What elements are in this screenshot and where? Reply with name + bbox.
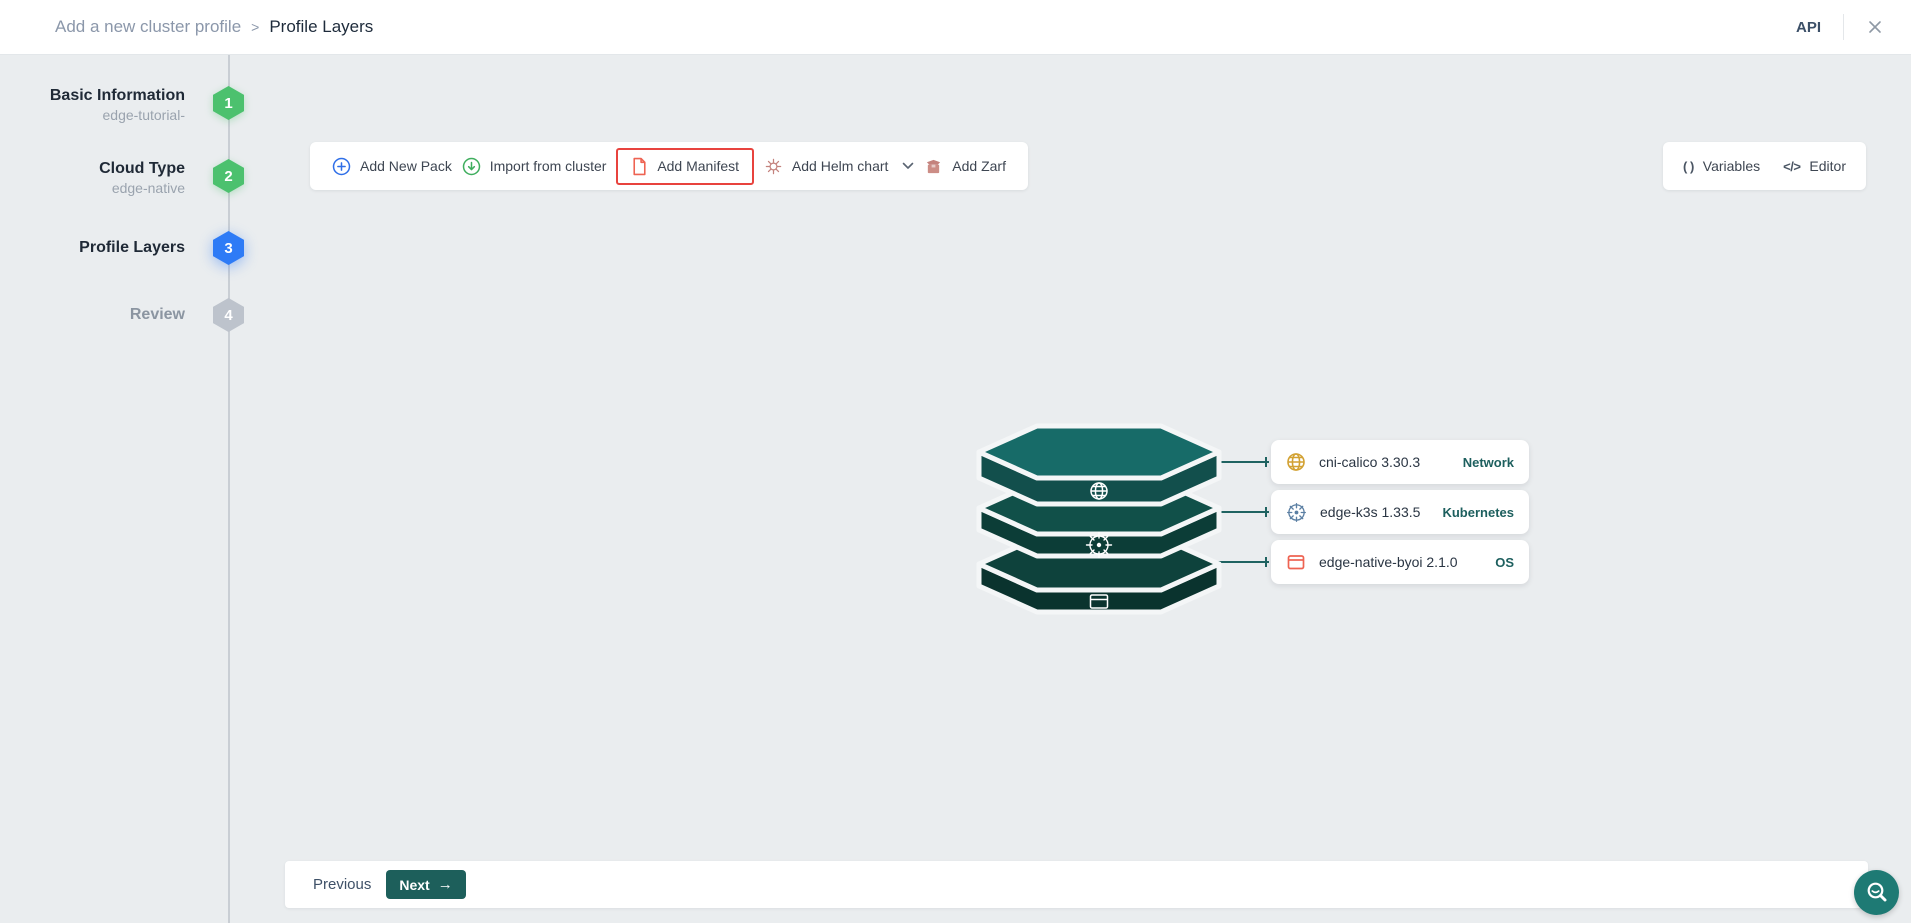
close-button[interactable]	[1866, 18, 1884, 36]
next-button[interactable]: Next →	[386, 870, 466, 899]
add-helm-chart-label: Add Helm chart	[791, 158, 889, 174]
step-label: Review	[129, 306, 185, 323]
footer-bar: Previous Next →	[285, 861, 1868, 908]
header-actions: API	[1796, 14, 1884, 40]
layer-type-badge: OS	[1495, 554, 1514, 570]
step-label: Cloud Type	[99, 160, 185, 177]
previous-button[interactable]: Previous	[313, 876, 371, 893]
search-smile-icon	[1867, 882, 1886, 901]
add-manifest-button[interactable]: Add Manifest	[631, 157, 739, 176]
step-label: Basic Information	[49, 87, 185, 104]
stack-kubernetes-icon	[1085, 531, 1113, 559]
close-icon	[1869, 21, 1881, 33]
layer-card-network[interactable]: cni-calico 3.30.3 Network	[1271, 440, 1529, 484]
editor-label: Editor	[1809, 158, 1846, 174]
globe-icon	[1287, 453, 1305, 471]
helm-wheel-icon	[765, 158, 782, 174]
add-manifest-label: Add Manifest	[657, 158, 740, 174]
step-number-badge: 4	[213, 298, 244, 332]
layer-card-list: cni-calico 3.30.3 Network edge-k3s 1.33.…	[1271, 440, 1529, 590]
step-number-badge: 1	[213, 86, 244, 120]
profile-layer-stack-graphic	[976, 423, 1222, 615]
breadcrumb-current: Profile Layers	[269, 17, 374, 36]
layer-actions-toolbar: Add New Pack Import from cluster Add Man…	[310, 142, 1028, 190]
circle-plus-icon	[332, 157, 351, 175]
add-cluster-profile-wizard: Add a new cluster profile > Profile Laye…	[0, 0, 1911, 923]
add-zarf-button[interactable]: Add Zarf	[924, 158, 1006, 175]
kubernetes-icon	[1287, 502, 1306, 522]
step-number-badge: 2	[213, 159, 244, 193]
layer-card-os[interactable]: edge-native-byoi 2.1.0 OS	[1271, 540, 1529, 584]
layer-type-badge: Kubernetes	[1442, 504, 1514, 520]
breadcrumb-separator: >	[251, 19, 260, 35]
editor-toolbar: ( ) Variables </> Editor	[1663, 142, 1866, 190]
add-manifest-highlight-box: Add Manifest	[616, 147, 755, 185]
add-helm-chart-button[interactable]: Add Helm chart	[764, 157, 914, 176]
layer-name: edge-native-byoi 2.1.0	[1319, 554, 1458, 570]
manifest-file-icon	[633, 157, 646, 175]
variables-label: Variables	[1702, 158, 1761, 174]
chevron-down-icon	[903, 162, 914, 169]
connector-network-tick	[1265, 457, 1267, 467]
add-new-pack-button[interactable]: Add New Pack	[332, 157, 452, 176]
search-help-fab[interactable]	[1854, 870, 1899, 915]
editor-button[interactable]: </> Editor	[1783, 158, 1846, 174]
layer-type-badge: Network	[1462, 454, 1514, 470]
header-divider	[1843, 14, 1844, 40]
connector-os-tick	[1265, 557, 1267, 567]
arrow-right-icon: →	[437, 876, 453, 893]
circle-download-icon	[462, 157, 480, 175]
step-number-badge: 3	[213, 231, 244, 265]
step-label: Profile Layers	[79, 239, 185, 256]
layer-name: cni-calico 3.30.3	[1319, 454, 1421, 470]
zarf-package-icon	[927, 159, 941, 173]
layer-name: edge-k3s 1.33.5	[1320, 504, 1421, 520]
braces-icon: ( )	[1683, 158, 1694, 174]
variables-button[interactable]: ( ) Variables	[1683, 158, 1760, 174]
step-sublabel: edge-native	[111, 180, 185, 196]
layer-card-kubernetes[interactable]: edge-k3s 1.33.5 Kubernetes	[1271, 490, 1529, 534]
add-zarf-label: Add Zarf	[952, 158, 1006, 174]
breadcrumb-parent[interactable]: Add a new cluster profile	[55, 17, 241, 37]
step-sublabel: edge-tutorial-	[102, 107, 186, 123]
import-from-cluster-label: Import from cluster	[489, 158, 607, 174]
code-icon: </>	[1783, 158, 1801, 174]
import-from-cluster-button[interactable]: Import from cluster	[462, 157, 607, 176]
next-button-label: Next	[399, 876, 430, 893]
api-button[interactable]: API	[1796, 19, 1821, 36]
connector-kubernetes-tick	[1265, 507, 1267, 517]
header: Add a new cluster profile > Profile Laye…	[0, 0, 1911, 55]
add-new-pack-label: Add New Pack	[360, 158, 452, 174]
os-window-icon	[1287, 555, 1305, 570]
